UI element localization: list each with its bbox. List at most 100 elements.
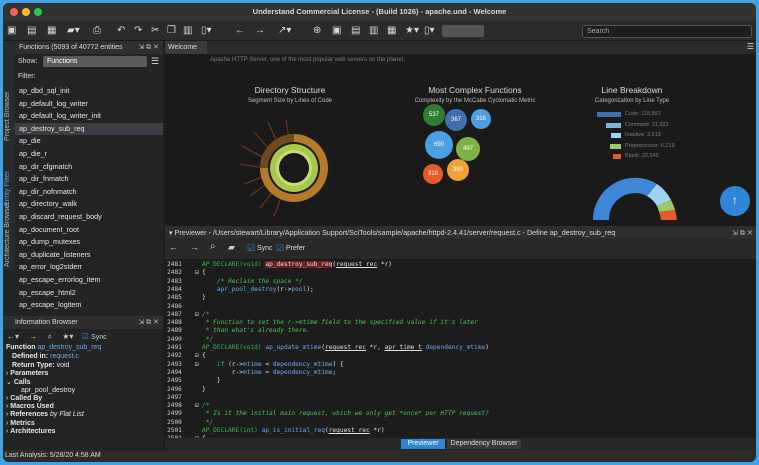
favorites-star-icon[interactable]: ★▾: [405, 24, 419, 38]
info-panel-controls-icon[interactable]: ⇲ ⧉ ✕: [138, 316, 159, 329]
forward-icon[interactable]: →: [29, 332, 37, 341]
search-input[interactable]: Search: [582, 25, 752, 38]
function-list-item[interactable]: ap_duplicate_listeners: [15, 249, 163, 262]
tab-welcome[interactable]: Welcome ✕: [165, 41, 207, 64]
back-icon[interactable]: ←▾: [7, 332, 19, 341]
save-icon[interactable]: ▦: [47, 24, 56, 38]
references-mode: by Flat List: [49, 411, 84, 418]
fold-marker-icon[interactable]: ⊟: [195, 269, 202, 277]
function-list-item[interactable]: ap_escape_errorlog_item: [15, 274, 163, 287]
function-list-item[interactable]: ap_dir_nofnmatch: [15, 186, 163, 199]
search-icon[interactable]: ⌕: [210, 241, 216, 252]
layout-icon[interactable]: ▣: [332, 24, 341, 38]
fold-marker-icon[interactable]: ⊟: [195, 311, 202, 319]
layout-grid-icon[interactable]: ▦: [387, 24, 396, 38]
zoom-window-button[interactable]: [34, 8, 42, 16]
copy-icon[interactable]: ❐: [167, 24, 176, 38]
tab-previewer[interactable]: Previewer: [401, 439, 445, 449]
bottom-tab-bar: Previewer Dependency Browser: [165, 438, 756, 450]
fold-marker-icon: [195, 336, 202, 344]
graph-icon[interactable]: ↗▾: [278, 24, 291, 38]
function-list-item[interactable]: ap_dir_fnmatch: [15, 173, 163, 186]
minimize-window-button[interactable]: [22, 8, 30, 16]
function-list-item[interactable]: ap_default_log_writer: [15, 98, 163, 111]
tree-references[interactable]: References: [10, 411, 48, 418]
bubble-537[interactable]: 537: [423, 104, 445, 126]
bubble-497[interactable]: 497: [456, 137, 480, 161]
close-window-button[interactable]: [10, 8, 18, 16]
code-editor[interactable]: 2481 AP_DECLARE(void) ap_destroy_sub_req…: [165, 259, 756, 438]
code-line: 2489 * than what's already there.: [165, 327, 310, 335]
fold-marker-icon[interactable]: ⊟: [195, 352, 202, 360]
tree-architectures[interactable]: Architectures: [10, 428, 55, 435]
function-list-item[interactable]: ap_escape_html2: [15, 287, 163, 300]
line-breakdown-donut[interactable]: [585, 164, 685, 224]
forward-icon[interactable]: →: [255, 24, 265, 38]
open-folder-icon[interactable]: ▰▾: [67, 24, 80, 38]
tree-macros-used[interactable]: Macros Used: [10, 403, 54, 410]
document-menu-icon[interactable]: ▯▾: [201, 24, 212, 38]
return-type-label: Return Type:: [12, 362, 55, 369]
function-list-item[interactable]: ap_die_r: [15, 148, 163, 161]
back-icon[interactable]: ←: [169, 242, 178, 252]
globe-icon[interactable]: ⊕: [313, 24, 321, 38]
file-icon[interactable]: ▤: [27, 24, 36, 38]
code-text: {: [202, 269, 206, 277]
function-list-item[interactable]: ap_error_log2stderr: [15, 261, 163, 274]
function-list-item[interactable]: ap_dbd_sql_init: [15, 85, 163, 98]
prefer-checkbox[interactable]: ☑: [276, 243, 284, 254]
tab-project-browser[interactable]: Project Browser: [4, 81, 14, 151]
redo-icon[interactable]: ↷: [134, 24, 142, 38]
bubble-367[interactable]: 367: [445, 109, 467, 131]
layout-split-icon[interactable]: ▤: [351, 24, 360, 38]
tree-called-by[interactable]: Called By: [10, 395, 42, 402]
cut-icon[interactable]: ✂: [151, 24, 159, 38]
star-icon[interactable]: ★▾: [62, 332, 73, 341]
sync-checkbox[interactable]: ☑: [82, 332, 89, 341]
bubble-316[interactable]: 316: [471, 109, 491, 129]
forward-icon[interactable]: →: [190, 242, 199, 252]
function-list-item[interactable]: ap_destroy_sub_req: [15, 122, 163, 136]
defined-file-link[interactable]: request.c: [50, 353, 79, 360]
sync-checkbox[interactable]: ☑: [247, 243, 255, 254]
tree-parameters[interactable]: Parameters: [10, 370, 48, 377]
function-list-item[interactable]: ap_document_root: [15, 224, 163, 237]
folder-icon[interactable]: ▰: [228, 242, 235, 253]
fold-marker-icon[interactable]: ⊟: [195, 361, 202, 369]
sunburst-chart[interactable]: [238, 110, 348, 222]
function-list-item[interactable]: ap_default_log_writer_init: [15, 110, 163, 123]
function-list-item[interactable]: ap_dump_mutexes: [15, 236, 163, 249]
function-name-link[interactable]: ap_destroy_sub_req: [38, 344, 102, 351]
scroll-up-button[interactable]: ↑: [720, 186, 750, 216]
function-list-item[interactable]: ap_dir_cfgmatch: [15, 161, 163, 174]
show-select[interactable]: Functions: [43, 56, 147, 67]
function-list-item[interactable]: ap_directory_walk: [15, 198, 163, 211]
undo-icon[interactable]: ↶: [117, 24, 125, 38]
line-number: 2501: [167, 427, 182, 434]
function-list-item[interactable]: ap_escape_logitem: [15, 299, 163, 312]
panel-controls-icon[interactable]: ⇲ ⧉ ✕: [138, 41, 159, 54]
tab-architecture-browser[interactable]: Architecture Browser: [4, 202, 14, 267]
layout-columns-icon[interactable]: ▥: [369, 24, 378, 38]
toolbar-dropdown[interactable]: [442, 25, 484, 37]
bubble-393[interactable]: 393: [447, 159, 469, 181]
annotate-icon[interactable]: ▯▾: [424, 24, 435, 38]
tab-dependency-browser[interactable]: Dependency Browser: [447, 439, 521, 449]
bubble-318[interactable]: 318: [423, 164, 443, 184]
tree-calls-item[interactable]: apr_pool_destroy: [21, 387, 75, 394]
back-icon[interactable]: ←: [235, 24, 245, 38]
bubble-690[interactable]: 690: [425, 131, 453, 159]
tab-menu-icon[interactable]: ☰: [747, 42, 754, 51]
fold-marker-icon[interactable]: ⊟: [195, 402, 202, 410]
search-icon[interactable]: ⌕: [47, 332, 51, 341]
new-project-icon[interactable]: ▣: [7, 24, 16, 38]
previewer-controls-icon[interactable]: ⇲ ⧉ ✕: [732, 226, 753, 239]
print-icon[interactable]: ⎙: [93, 24, 101, 38]
tree-metrics[interactable]: Metrics: [10, 420, 35, 427]
fold-marker-icon: [195, 319, 202, 327]
function-list-item[interactable]: ap_discard_request_body: [15, 211, 163, 224]
paste-icon[interactable]: ▥: [183, 24, 192, 38]
tree-calls[interactable]: Calls: [14, 379, 31, 386]
menu-icon[interactable]: ☰: [151, 57, 159, 66]
function-list-item[interactable]: ap_die: [15, 135, 163, 148]
